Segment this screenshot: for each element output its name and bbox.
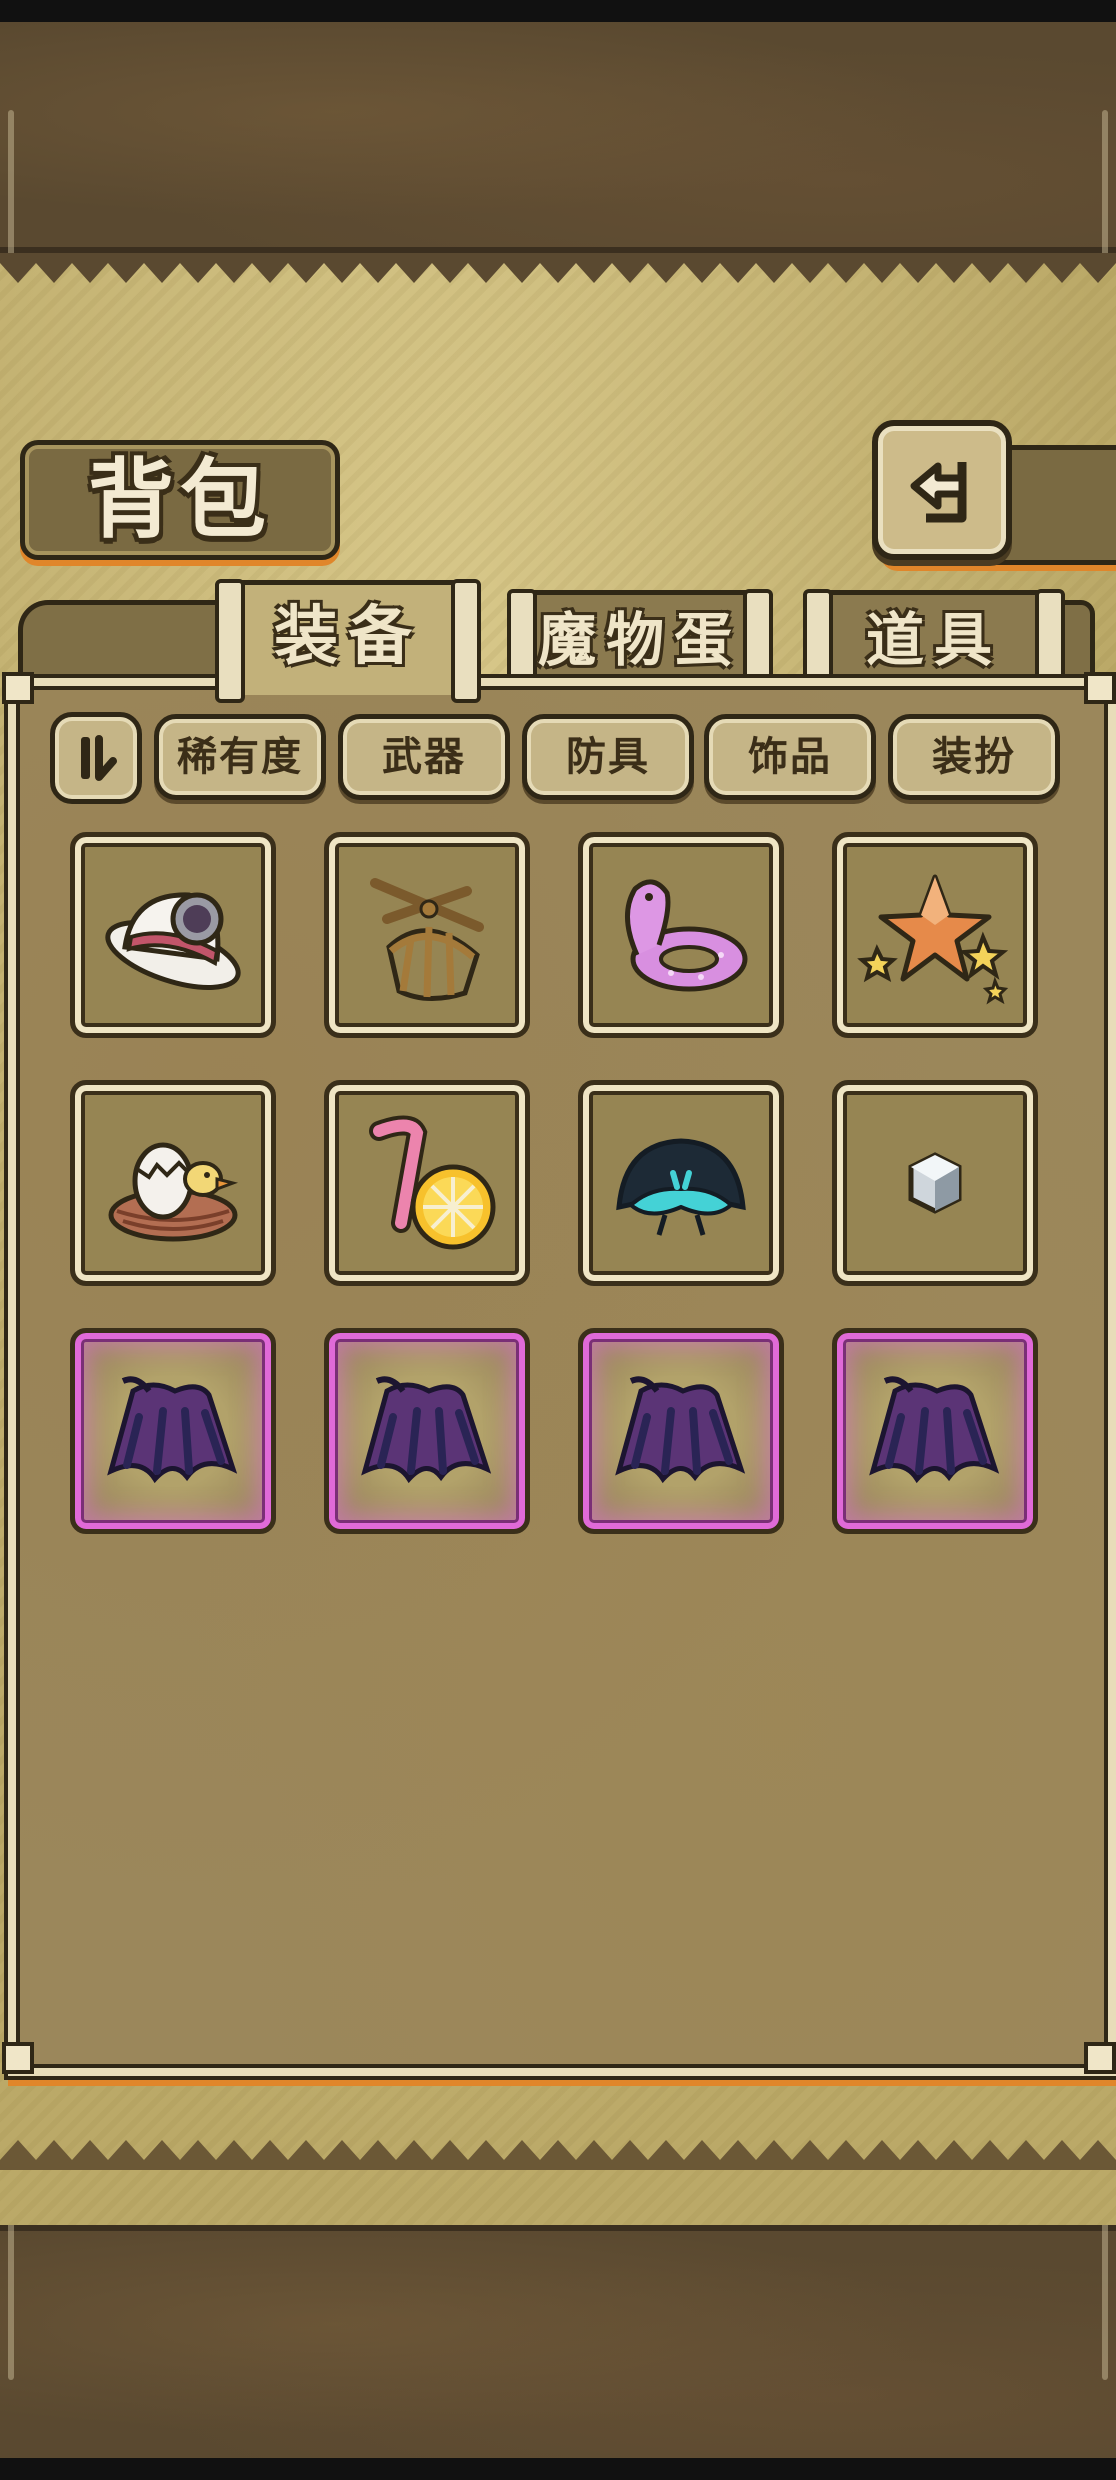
- filter-weapon-button[interactable]: 武器: [338, 714, 510, 800]
- purple-feather-cloak-icon: [361, 1376, 492, 1484]
- tab-monster-eggs[interactable]: 魔物蛋: [507, 589, 773, 693]
- parchment-zigzag-bottom: [0, 2140, 1116, 2170]
- sort-toggle-icon: [81, 735, 117, 781]
- map-background-bottom: [0, 2225, 1116, 2464]
- title-plate: 背包: [20, 440, 340, 560]
- game-screen: 背包 装备 魔物蛋 道具 稀有度 武器 防具 饰品 装扮: [0, 0, 1116, 2480]
- tab-label: 魔物蛋: [537, 606, 742, 674]
- inventory-slot[interactable]: [324, 832, 530, 1038]
- straw-and-orange-slice-icon: [369, 1115, 496, 1250]
- filter-costume-button[interactable]: 装扮: [888, 714, 1060, 800]
- tab-equipment[interactable]: 装备: [215, 579, 481, 703]
- inventory-slot[interactable]: [324, 1080, 530, 1286]
- purple-feather-cloak-icon: [615, 1376, 746, 1484]
- pink-swim-ring-icon: [624, 879, 748, 992]
- panel-corner-bottom-left: [2, 2042, 34, 2074]
- page-title: 背包: [88, 450, 272, 550]
- dark-mustache-creature-icon: [616, 1138, 746, 1236]
- status-bar: [0, 0, 1116, 22]
- white-hat-with-lens-icon: [105, 892, 241, 990]
- inventory-slot[interactable]: [832, 832, 1038, 1038]
- tab-strip-left-cap: [18, 600, 248, 685]
- parchment-zigzag-top: [0, 253, 1116, 283]
- filter-rarity-button[interactable]: 稀有度: [154, 714, 326, 800]
- sort-toggle-button[interactable]: [50, 712, 142, 804]
- wooden-propeller-basket-icon: [370, 878, 484, 1002]
- purple-feather-cloak-icon: [869, 1376, 1000, 1484]
- back-button[interactable]: [872, 420, 1012, 560]
- tab-items[interactable]: 道具: [803, 589, 1065, 693]
- inventory-slot[interactable]: [70, 832, 276, 1038]
- panel-corner-bottom-right: [1084, 2042, 1116, 2074]
- silver-gem-icon: [908, 1152, 962, 1214]
- navigation-bar: [0, 2458, 1116, 2480]
- inventory-slot[interactable]: [578, 1080, 784, 1286]
- purple-feather-cloak-icon: [107, 1376, 238, 1484]
- tab-label: 道具: [865, 606, 1002, 674]
- panel-corner-top-left: [2, 672, 34, 704]
- inventory-slot[interactable]: [578, 832, 784, 1038]
- inventory-slot[interactable]: [70, 1080, 276, 1286]
- filter-accessory-button[interactable]: 饰品: [704, 714, 876, 800]
- inventory-slot-epic[interactable]: [832, 1328, 1038, 1534]
- inventory-slot[interactable]: [832, 1080, 1038, 1286]
- map-background-top: [0, 22, 1116, 253]
- filter-armor-button[interactable]: 防具: [522, 714, 694, 800]
- star-hairpin-icon: [857, 874, 1009, 1005]
- inventory-slot-epic[interactable]: [70, 1328, 276, 1534]
- egg-nest-duckling-icon: [108, 1142, 239, 1242]
- return-arrow-icon: [910, 462, 967, 523]
- inventory-slot-epic[interactable]: [324, 1328, 530, 1534]
- inventory-slot-epic[interactable]: [578, 1328, 784, 1534]
- tab-label: 装备: [274, 600, 422, 674]
- panel-corner-top-right: [1084, 672, 1116, 704]
